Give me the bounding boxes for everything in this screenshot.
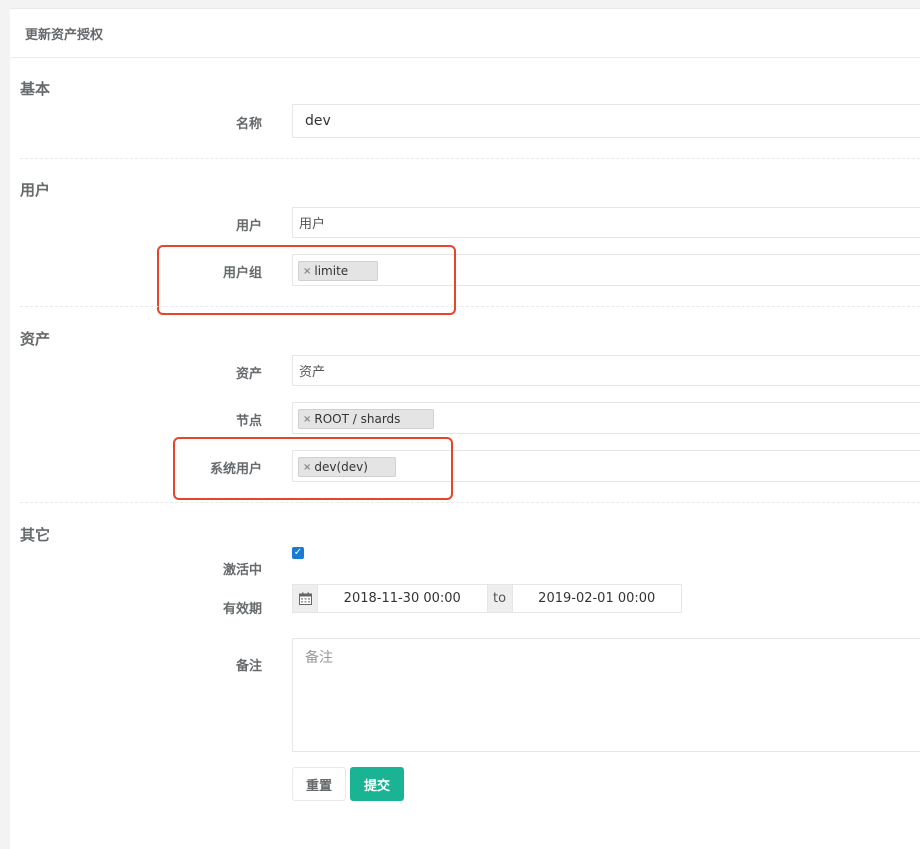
validity-daterange: 2018-11-30 00:00 to 2019-02-01 00:00 <box>292 584 682 613</box>
date-separator: to <box>486 585 513 612</box>
node-tag: × ROOT / shards <box>298 409 434 429</box>
assets-select[interactable]: 资产 <box>292 355 920 386</box>
comment-label: 备注 <box>235 659 262 674</box>
end-date-input[interactable]: 2019-02-01 00:00 <box>513 585 682 612</box>
highlight-box-system-users <box>173 437 453 500</box>
active-label: 激活中 <box>222 563 262 578</box>
assets-label: 资产 <box>235 367 262 382</box>
section-asset-title: 资产 <box>20 330 51 348</box>
submit-button[interactable]: 提交 <box>350 767 404 801</box>
name-input[interactable]: dev <box>292 104 920 138</box>
start-date-input[interactable]: 2018-11-30 00:00 <box>318 585 487 612</box>
divider <box>20 306 920 307</box>
close-icon[interactable]: × <box>303 414 311 425</box>
users-select[interactable]: 用户 <box>292 207 920 238</box>
comment-textarea[interactable]: 备注 <box>292 638 920 752</box>
nodes-select[interactable]: × ROOT / shards <box>292 402 920 434</box>
users-label: 用户 <box>235 219 262 234</box>
node-tag-label: ROOT / shards <box>314 412 401 426</box>
calendar-icon[interactable] <box>293 585 318 612</box>
nodes-label: 节点 <box>235 414 262 429</box>
active-checkbox[interactable]: ✓ <box>292 547 304 559</box>
section-basic-title: 基本 <box>20 80 51 98</box>
panel-title: 更新资产授权 <box>10 9 920 58</box>
divider <box>20 158 920 159</box>
section-other-title: 其它 <box>20 526 51 544</box>
highlight-box-user-groups <box>157 245 456 315</box>
reset-button[interactable]: 重置 <box>292 767 346 801</box>
name-label: 名称 <box>235 117 262 132</box>
divider <box>20 502 920 503</box>
check-icon: ✓ <box>293 547 303 558</box>
section-user-title: 用户 <box>20 181 51 199</box>
validity-label: 有效期 <box>222 602 262 617</box>
